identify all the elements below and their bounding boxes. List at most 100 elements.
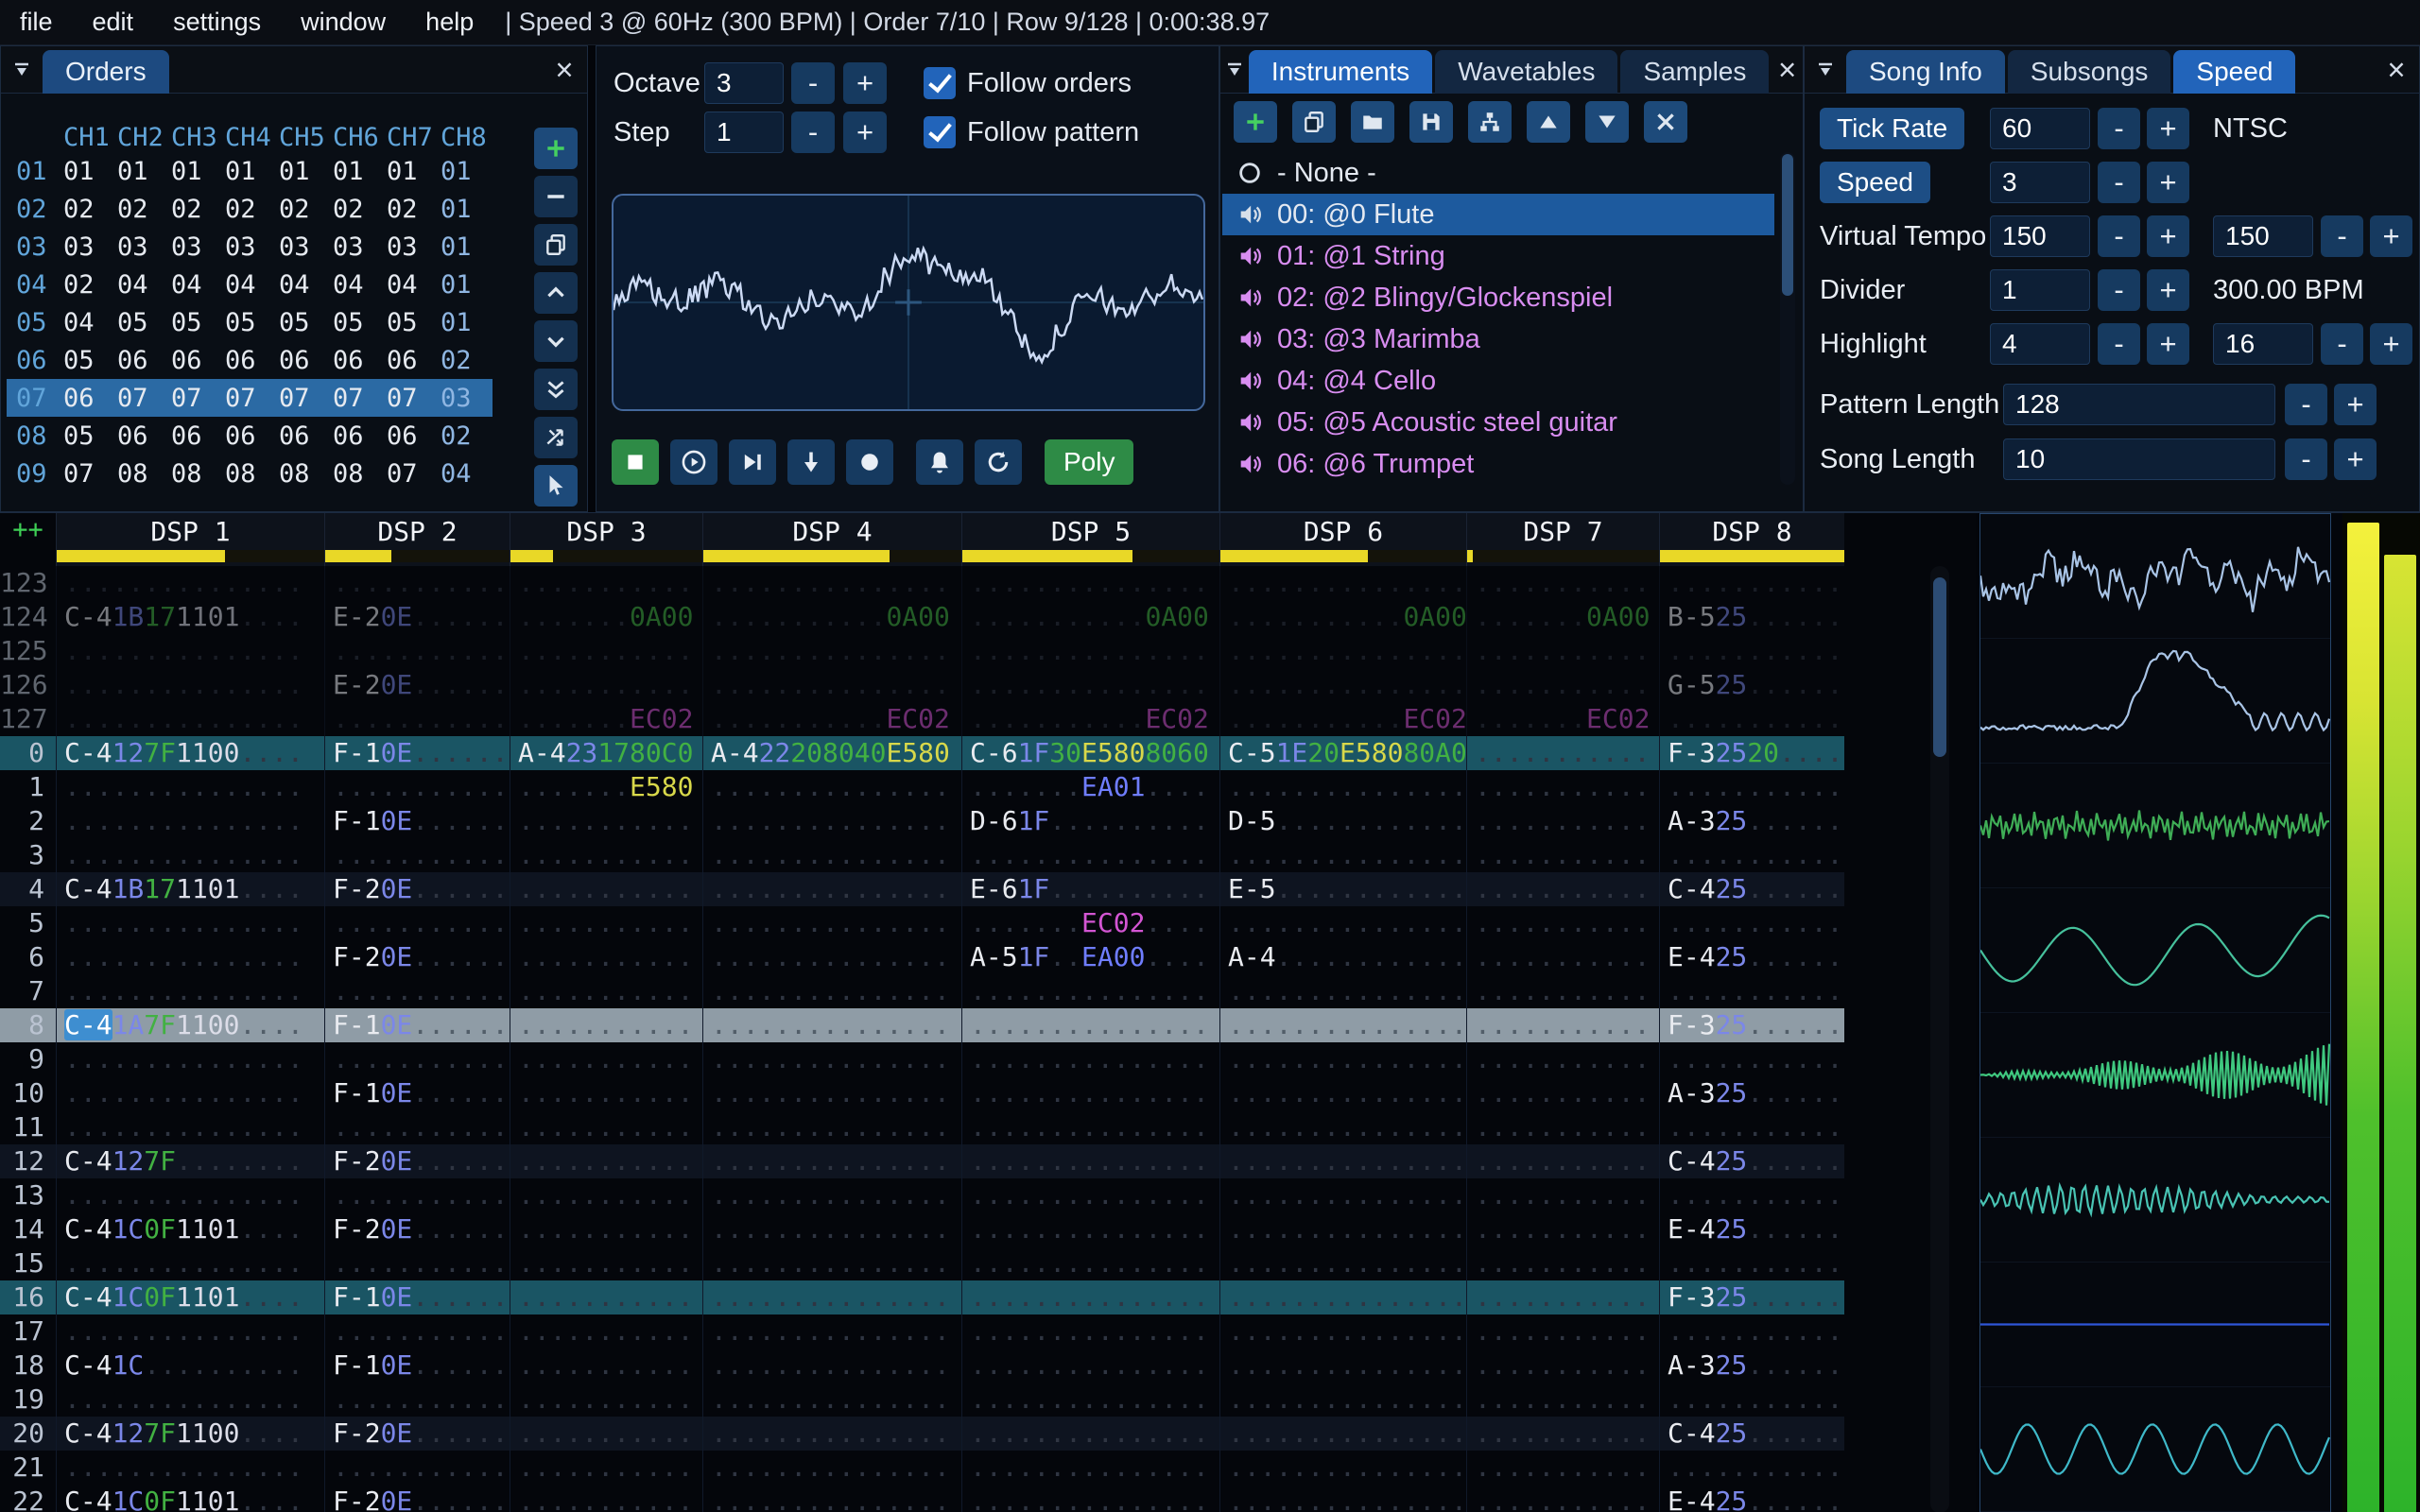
- order-row-number[interactable]: 02: [7, 195, 61, 224]
- pattern-cell[interactable]: ...........EC02: [1219, 702, 1466, 736]
- order-cell[interactable]: 07: [61, 459, 115, 489]
- speed-decrease-button[interactable]: -: [2098, 162, 2140, 203]
- pattern-cell[interactable]: ...........: [324, 1451, 510, 1485]
- duplicate-order-to-end-button[interactable]: [534, 369, 578, 410]
- tick-rate-button[interactable]: Tick Rate: [1820, 108, 1965, 149]
- highlight-second-decrease-button[interactable]: -: [2321, 323, 2363, 365]
- pattern-cell[interactable]: ...............: [56, 940, 324, 974]
- pattern-cell[interactable]: ...........: [1659, 1314, 1844, 1349]
- song-length-decrease-button[interactable]: -: [2285, 438, 2327, 480]
- pattern-cell[interactable]: ...............: [702, 1451, 961, 1485]
- pattern-cell[interactable]: ...............: [702, 770, 961, 804]
- pattern-cell[interactable]: ...............: [961, 1314, 1219, 1349]
- order-cell[interactable]: 07: [385, 459, 439, 489]
- pattern-cell[interactable]: ...............: [702, 1314, 961, 1349]
- order-cell[interactable]: 03: [331, 232, 385, 262]
- speed-button[interactable]: Speed: [1820, 162, 1930, 203]
- pattern-cell[interactable]: C-41C0F1101....: [56, 1485, 324, 1512]
- pattern-cell[interactable]: ...........: [510, 1349, 702, 1383]
- play-from-pattern-button[interactable]: [729, 439, 776, 485]
- pattern-cell[interactable]: ...............: [1219, 1212, 1466, 1246]
- pattern-cell[interactable]: ...........: [1466, 804, 1659, 838]
- highlight-first-decrease-button[interactable]: -: [2098, 323, 2140, 365]
- order-cell[interactable]: 08: [223, 459, 277, 489]
- pattern-cell[interactable]: ...........: [1466, 940, 1659, 974]
- follow-pattern-checkbox[interactable]: [924, 116, 956, 148]
- order-cell[interactable]: 02: [223, 195, 277, 224]
- pattern-cell[interactable]: E-61F..........: [961, 872, 1219, 906]
- pattern-cell[interactable]: ...........: [1466, 1178, 1659, 1212]
- order-cell[interactable]: 01: [223, 157, 277, 186]
- order-cell[interactable]: 03: [277, 232, 331, 262]
- order-cell[interactable]: 07: [385, 384, 439, 413]
- pattern-cell[interactable]: D-5............: [1219, 804, 1466, 838]
- tab-song-info[interactable]: Song Info: [1846, 50, 2005, 94]
- menu-help[interactable]: help: [406, 0, 493, 44]
- order-cell[interactable]: 05: [277, 308, 331, 337]
- poly-toggle-button[interactable]: Poly: [1045, 439, 1134, 485]
- instrument-item-0[interactable]: - None -: [1222, 152, 1774, 194]
- pattern-cell[interactable]: ...........0A00: [702, 600, 961, 634]
- pattern-cell[interactable]: ...........: [1466, 974, 1659, 1008]
- pattern-cell[interactable]: .......EC02....: [961, 906, 1219, 940]
- order-cell[interactable]: 04: [61, 308, 115, 337]
- pattern-cell[interactable]: ...............: [1219, 1280, 1466, 1314]
- pattern-cell[interactable]: F-10E......: [324, 1349, 510, 1383]
- open-instrument-button[interactable]: [1351, 101, 1394, 143]
- pattern-cell[interactable]: ...............: [56, 1042, 324, 1076]
- instrument-item-5[interactable]: 04: @4 Cello: [1222, 360, 1774, 402]
- order-change-mode-button[interactable]: [534, 417, 578, 458]
- pattern-cell[interactable]: ...............: [1219, 1110, 1466, 1144]
- pattern-cell[interactable]: C-41C0F1101....: [56, 1280, 324, 1314]
- pattern-cell[interactable]: ...............: [1219, 906, 1466, 940]
- pattern-cell[interactable]: ...........: [324, 1314, 510, 1349]
- pattern-cell[interactable]: ...............: [56, 906, 324, 940]
- order-cell[interactable]: 04: [115, 270, 169, 300]
- order-cell[interactable]: 03: [223, 232, 277, 262]
- pattern-cell[interactable]: ...............: [702, 1383, 961, 1417]
- order-cell[interactable]: 05: [223, 308, 277, 337]
- order-cell[interactable]: 01: [169, 157, 223, 186]
- virtual-tempo-denominator-input[interactable]: 150: [2213, 215, 2313, 257]
- pattern-cell[interactable]: ...........0A00: [1219, 600, 1466, 634]
- order-cell[interactable]: 06: [169, 421, 223, 451]
- pattern-cell[interactable]: ...............: [1219, 634, 1466, 668]
- pattern-cell[interactable]: C-61F30E5808060: [961, 736, 1219, 770]
- stop-button[interactable]: [612, 439, 659, 485]
- order-cell[interactable]: 02: [385, 195, 439, 224]
- order-row-number[interactable]: 03: [7, 232, 61, 262]
- order-cell[interactable]: 04: [331, 270, 385, 300]
- window-menu-icon[interactable]: [1, 46, 43, 93]
- pattern-cell[interactable]: ...............: [56, 974, 324, 1008]
- order-cell[interactable]: 08: [277, 459, 331, 489]
- repeat-pattern-button[interactable]: [975, 439, 1022, 485]
- pattern-cell[interactable]: A-325......: [1659, 804, 1844, 838]
- pattern-cell[interactable]: F-325......: [1659, 1280, 1844, 1314]
- pattern-cell[interactable]: F-10E......: [324, 804, 510, 838]
- instruments-scrollbar[interactable]: [1780, 152, 1795, 485]
- channel-header-4[interactable]: DSP 4: [702, 513, 961, 566]
- order-cell[interactable]: 03: [169, 232, 223, 262]
- pattern-cell[interactable]: A-422208040E580: [702, 736, 961, 770]
- order-cell[interactable]: 02: [277, 195, 331, 224]
- pattern-cell[interactable]: ...............: [702, 1212, 961, 1246]
- pattern-cell[interactable]: ...............: [961, 634, 1219, 668]
- highlight-first-input[interactable]: 4: [1990, 323, 2090, 365]
- pattern-cell[interactable]: .......EC02: [1466, 702, 1659, 736]
- pattern-cell[interactable]: ...............: [1219, 1042, 1466, 1076]
- pattern-cell[interactable]: F-20E......: [324, 1485, 510, 1512]
- pattern-cell[interactable]: ...............: [702, 940, 961, 974]
- pattern-cell[interactable]: A-4231780C0: [510, 736, 702, 770]
- scrollbar-handle[interactable]: [1933, 577, 1946, 757]
- pattern-cell[interactable]: ...............: [56, 1246, 324, 1280]
- pattern-cell[interactable]: C-41C..........: [56, 1349, 324, 1383]
- pattern-cell[interactable]: ...........: [1466, 1485, 1659, 1512]
- add-instrument-button[interactable]: [1234, 101, 1277, 143]
- pattern-cell[interactable]: ...........: [510, 1076, 702, 1110]
- pattern-scrollbar[interactable]: [1930, 566, 1949, 1512]
- pattern-cell[interactable]: C-4127F1100....: [56, 736, 324, 770]
- pattern-cell[interactable]: ...........: [510, 566, 702, 600]
- highlight-first-increase-button[interactable]: +: [2147, 323, 2189, 365]
- divider-decrease-button[interactable]: -: [2098, 269, 2140, 311]
- instrument-item-1[interactable]: 00: @0 Flute: [1222, 194, 1774, 235]
